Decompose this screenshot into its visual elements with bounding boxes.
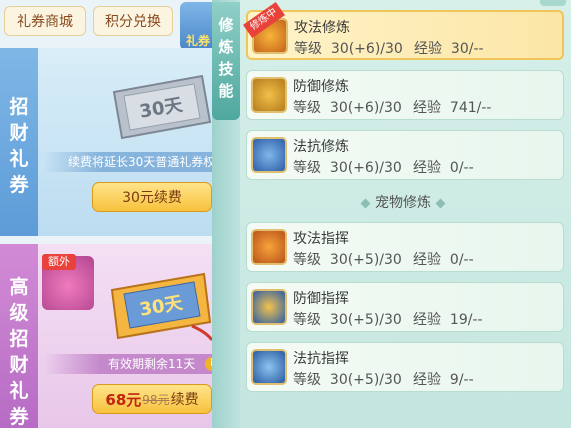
tab-cultivation-skills[interactable]: 修炼技能 <box>212 2 240 120</box>
skill-name: 防御修炼 <box>293 79 349 95</box>
validity-remaining: 有效期剩余11天 <box>44 354 232 374</box>
pet-skill-row-attack[interactable]: 攻法指挥 等级 30(+5)/30 经验 0/-- <box>246 222 564 272</box>
pet-cultivation-header: 宠物修炼 <box>328 192 478 214</box>
left-panel: 礼券商城 积分兑换 礼券 招财礼券 30天 续费将延长30天普通礼券权益 30元… <box>0 0 232 428</box>
cultivation-panel: 修炼中 攻法修炼 等级 30(+6)/30 经验 30/-- 防御修炼 等级 3… <box>240 0 571 428</box>
gift-peek-label: 礼券 <box>186 34 211 48</box>
fortune-voucher-card: 招财礼券 30天 续费将延长30天普通礼券权益 30元续费 <box>0 48 232 236</box>
magic-resist-icon <box>251 137 287 173</box>
tab-label: 修炼技能 <box>218 16 234 100</box>
skill-level: 等级 30(+6)/30 <box>293 160 402 176</box>
extra-badge: 额外 <box>42 254 76 270</box>
tab-points-exchange[interactable]: 积分兑换 <box>93 6 173 36</box>
diamond-icon <box>360 198 371 209</box>
paw-magic-icon <box>251 349 287 385</box>
paw-attack-icon <box>251 229 287 265</box>
diamond-icon <box>435 198 446 209</box>
skill-name: 攻法指挥 <box>293 231 349 247</box>
skill-name: 法抗修炼 <box>293 139 349 155</box>
skill-exp: 经验 9/-- <box>413 372 474 388</box>
skill-level: 等级 30(+5)/30 <box>293 312 402 328</box>
skill-exp: 经验 0/-- <box>413 160 474 176</box>
skill-level: 等级 30(+5)/30 <box>293 372 402 388</box>
pet-skill-row-defense[interactable]: 防御指挥 等级 30(+5)/30 经验 19/-- <box>246 282 564 332</box>
card-title: 高级招财礼券 <box>9 276 29 428</box>
card-title: 招财礼券 <box>9 96 29 196</box>
card-title-bar: 招财礼券 <box>0 48 38 236</box>
renew-68-button[interactable]: 68元 98元 续费 <box>92 384 212 414</box>
silver-ticket-icon: 30天 <box>112 74 212 140</box>
skill-level: 等级 30(+6)/30 <box>294 41 403 57</box>
renew-30-button[interactable]: 30元续费 <box>92 182 212 212</box>
shield-icon <box>251 77 287 113</box>
original-price: 98元 <box>142 392 170 407</box>
skill-exp: 经验 30/-- <box>414 41 484 57</box>
card-description: 续费将延长30天普通礼券权益 <box>44 152 232 172</box>
paw-shield-icon <box>251 289 287 325</box>
skill-name: 防御指挥 <box>293 291 349 307</box>
skill-name: 法抗指挥 <box>293 351 349 367</box>
card-title-bar: 高级招财礼券 <box>0 244 38 428</box>
skill-row-attack[interactable]: 修炼中 攻法修炼 等级 30(+6)/30 经验 30/-- <box>243 1 564 60</box>
skill-level: 等级 30(+6)/30 <box>293 100 402 116</box>
skill-exp: 经验 0/-- <box>413 252 474 268</box>
skill-exp: 经验 741/-- <box>413 100 492 116</box>
tab-gift-mall[interactable]: 礼券商城 <box>4 6 86 36</box>
renew-label: 续费 <box>170 392 199 408</box>
current-price: 68元 <box>105 390 142 409</box>
scroll-indicator <box>540 0 566 6</box>
skill-row-defense[interactable]: 防御修炼 等级 30(+6)/30 经验 741/-- <box>246 70 564 120</box>
premium-fortune-voucher-card: 高级招财礼券 额外 30天 有效期剩余11天 i 68元 98元 续费 <box>0 244 232 428</box>
skill-level: 等级 30(+5)/30 <box>293 252 402 268</box>
pet-skill-row-magic-resist[interactable]: 法抗指挥 等级 30(+5)/30 经验 9/-- <box>246 342 564 392</box>
skill-name: 攻法修炼 <box>294 20 350 36</box>
skill-row-magic-resist[interactable]: 法抗修炼 等级 30(+6)/30 经验 0/-- <box>246 130 564 180</box>
skill-exp: 经验 19/-- <box>413 312 483 328</box>
gold-ticket-icon: 30天 <box>110 272 214 341</box>
